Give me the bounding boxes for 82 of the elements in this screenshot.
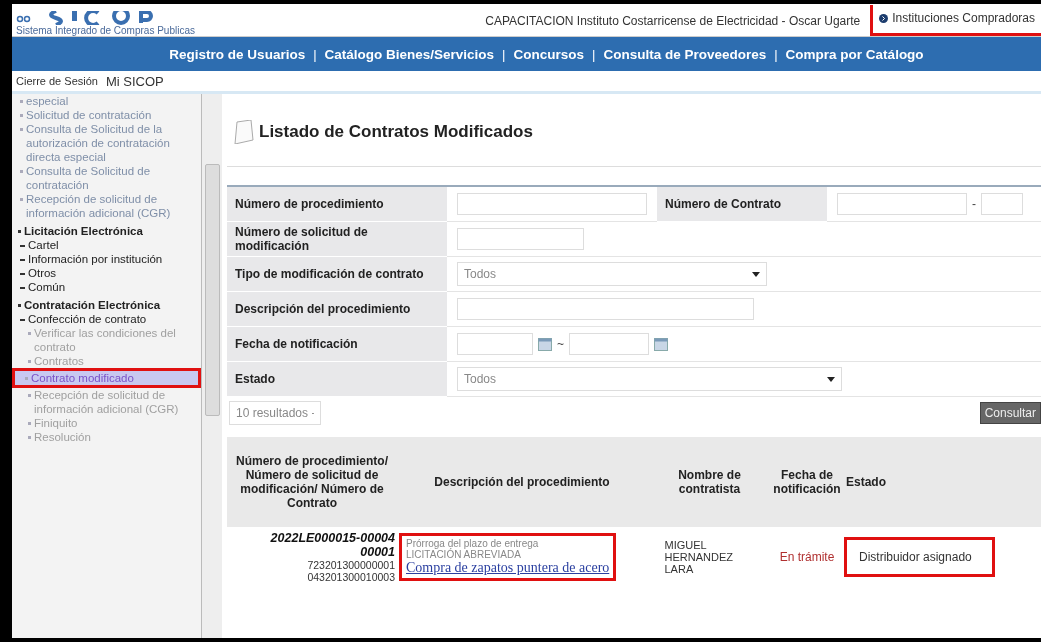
- nav-separator: |: [774, 46, 778, 62]
- date-field[interactable]: [569, 333, 649, 355]
- nav-separator: |: [502, 46, 506, 62]
- procedure-link[interactable]: Compra de zapatos puntera de acero: [406, 560, 610, 576]
- subnav-link[interactable]: Mi SICOP: [105, 73, 164, 89]
- field-label: Descripción del procedimiento: [227, 292, 447, 327]
- bullet-icon: [20, 128, 23, 131]
- sidebar-item[interactable]: Consulta de Solicitud de contratación: [18, 164, 201, 192]
- nav-separator: |: [592, 46, 596, 62]
- sidebar-item[interactable]: Recepción de solicitud de información adicional (CGR): [18, 192, 201, 220]
- column-header: Estado: [842, 437, 1041, 527]
- sidebar-item[interactable]: Cartel: [18, 238, 201, 252]
- document-icon: [233, 120, 255, 144]
- sidebar-item[interactable]: Consulta de Solicitud de la autorización de contratación directa especial: [18, 122, 201, 164]
- bullet-icon: [28, 394, 31, 397]
- sidebar-item[interactable]: Licitación Electrónica: [18, 220, 201, 238]
- sidebar-item[interactable]: Común: [18, 280, 201, 294]
- bullet-icon: [28, 360, 31, 363]
- logo-subtitle: Sistema Integrado de Compras Publicas: [16, 25, 196, 36]
- contractor-name: MIGUEL HERNANDEZ LARA: [664, 539, 734, 575]
- contract-number: 723201300000001: [307, 559, 395, 571]
- caret-icon: [827, 376, 835, 382]
- procedure-number: 2022LE000015-00004: [270, 531, 395, 545]
- nav-link[interactable]: Concursos: [513, 46, 584, 62]
- separator-text: -: [972, 197, 976, 211]
- contract-number: 043201300010003: [307, 571, 395, 583]
- subnav-link[interactable]: Cierre de Sesión: [16, 75, 98, 87]
- dropdown[interactable]: Todos: [457, 367, 842, 391]
- column-header: Nombre de contratista: [647, 437, 772, 527]
- bullet-icon: [18, 304, 21, 307]
- nav-link[interactable]: Registro de Usuarios: [169, 46, 306, 62]
- procedure-category: LICITACIÓN ABREVIADA: [406, 549, 521, 560]
- bullet-icon: [20, 198, 23, 201]
- sidebar-item[interactable]: Contrato modificado: [12, 368, 201, 388]
- input-field[interactable]: [981, 193, 1023, 215]
- bullet-icon: [28, 436, 31, 439]
- column-header: Fecha de notificación: [772, 437, 842, 527]
- modification-type: Prórroga del plazo de entrega: [406, 538, 540, 549]
- field-label: Número de solicitud de modificación: [227, 222, 447, 257]
- sidebar-item[interactable]: especial: [18, 94, 201, 108]
- field-label: Número de procedimiento: [227, 187, 447, 222]
- separator-text: ~: [557, 337, 564, 351]
- nav-link[interactable]: Catálogo Bienes/Servicios: [324, 46, 495, 62]
- notification-date: En trámite: [779, 550, 835, 564]
- bullet-icon: [20, 170, 23, 173]
- input-field[interactable]: [457, 228, 584, 250]
- request-number: 00001: [360, 545, 395, 559]
- input-field[interactable]: [457, 298, 754, 320]
- arrow-icon: [879, 13, 889, 23]
- sidebar-item[interactable]: Otros: [18, 266, 201, 280]
- field-label: Tipo de modificación de contrato: [227, 257, 447, 292]
- bullet-icon: [25, 377, 28, 380]
- page-size-dropdown[interactable]: 10 resultados: [229, 401, 321, 425]
- date-field[interactable]: [457, 333, 533, 355]
- bullet-icon: [28, 422, 31, 425]
- nav-separator: |: [313, 46, 317, 62]
- bullet-icon: [28, 332, 31, 335]
- page-title: Listado de Contratos Modificados: [259, 122, 533, 142]
- column-header: Descripción del procedimiento: [397, 437, 647, 527]
- field-label: Número de Contrato: [657, 187, 827, 222]
- nav-link[interactable]: Compra por Catálogo: [785, 46, 924, 62]
- sidebar-item[interactable]: Confección de contrato: [18, 312, 201, 326]
- field-label: Estado: [227, 362, 447, 397]
- sidebar-item[interactable]: Solicitud de contratación: [18, 108, 201, 122]
- user-name: CAPACITACION Instituto Costarricense de Electricidad - Oscar Ugarte: [484, 14, 862, 30]
- sidebar-item[interactable]: Información por institución: [18, 252, 201, 266]
- caret-icon: [752, 271, 760, 277]
- column-header: Número de procedimiento/ Número de solicitud de modificación/ Número de Contrato: [227, 437, 397, 527]
- field-label: Fecha de notificación: [227, 327, 447, 362]
- bullet-icon: [20, 100, 23, 103]
- sidebar-item[interactable]: Contratación Electrónica: [18, 294, 201, 312]
- input-field[interactable]: [837, 193, 967, 215]
- nav-link[interactable]: Consulta de Proveedores: [603, 46, 767, 62]
- bullet-icon: [18, 230, 21, 233]
- calendar-icon[interactable]: [654, 337, 668, 351]
- input-field[interactable]: [457, 193, 647, 215]
- dropdown[interactable]: Todos: [457, 262, 767, 286]
- scrollbar[interactable]: [201, 94, 222, 638]
- calendar-icon[interactable]: [538, 337, 552, 351]
- search-button[interactable]: Consultar: [979, 402, 1041, 424]
- bullet-icon: [20, 114, 23, 117]
- status-text: Distribuidor asignado: [859, 550, 972, 564]
